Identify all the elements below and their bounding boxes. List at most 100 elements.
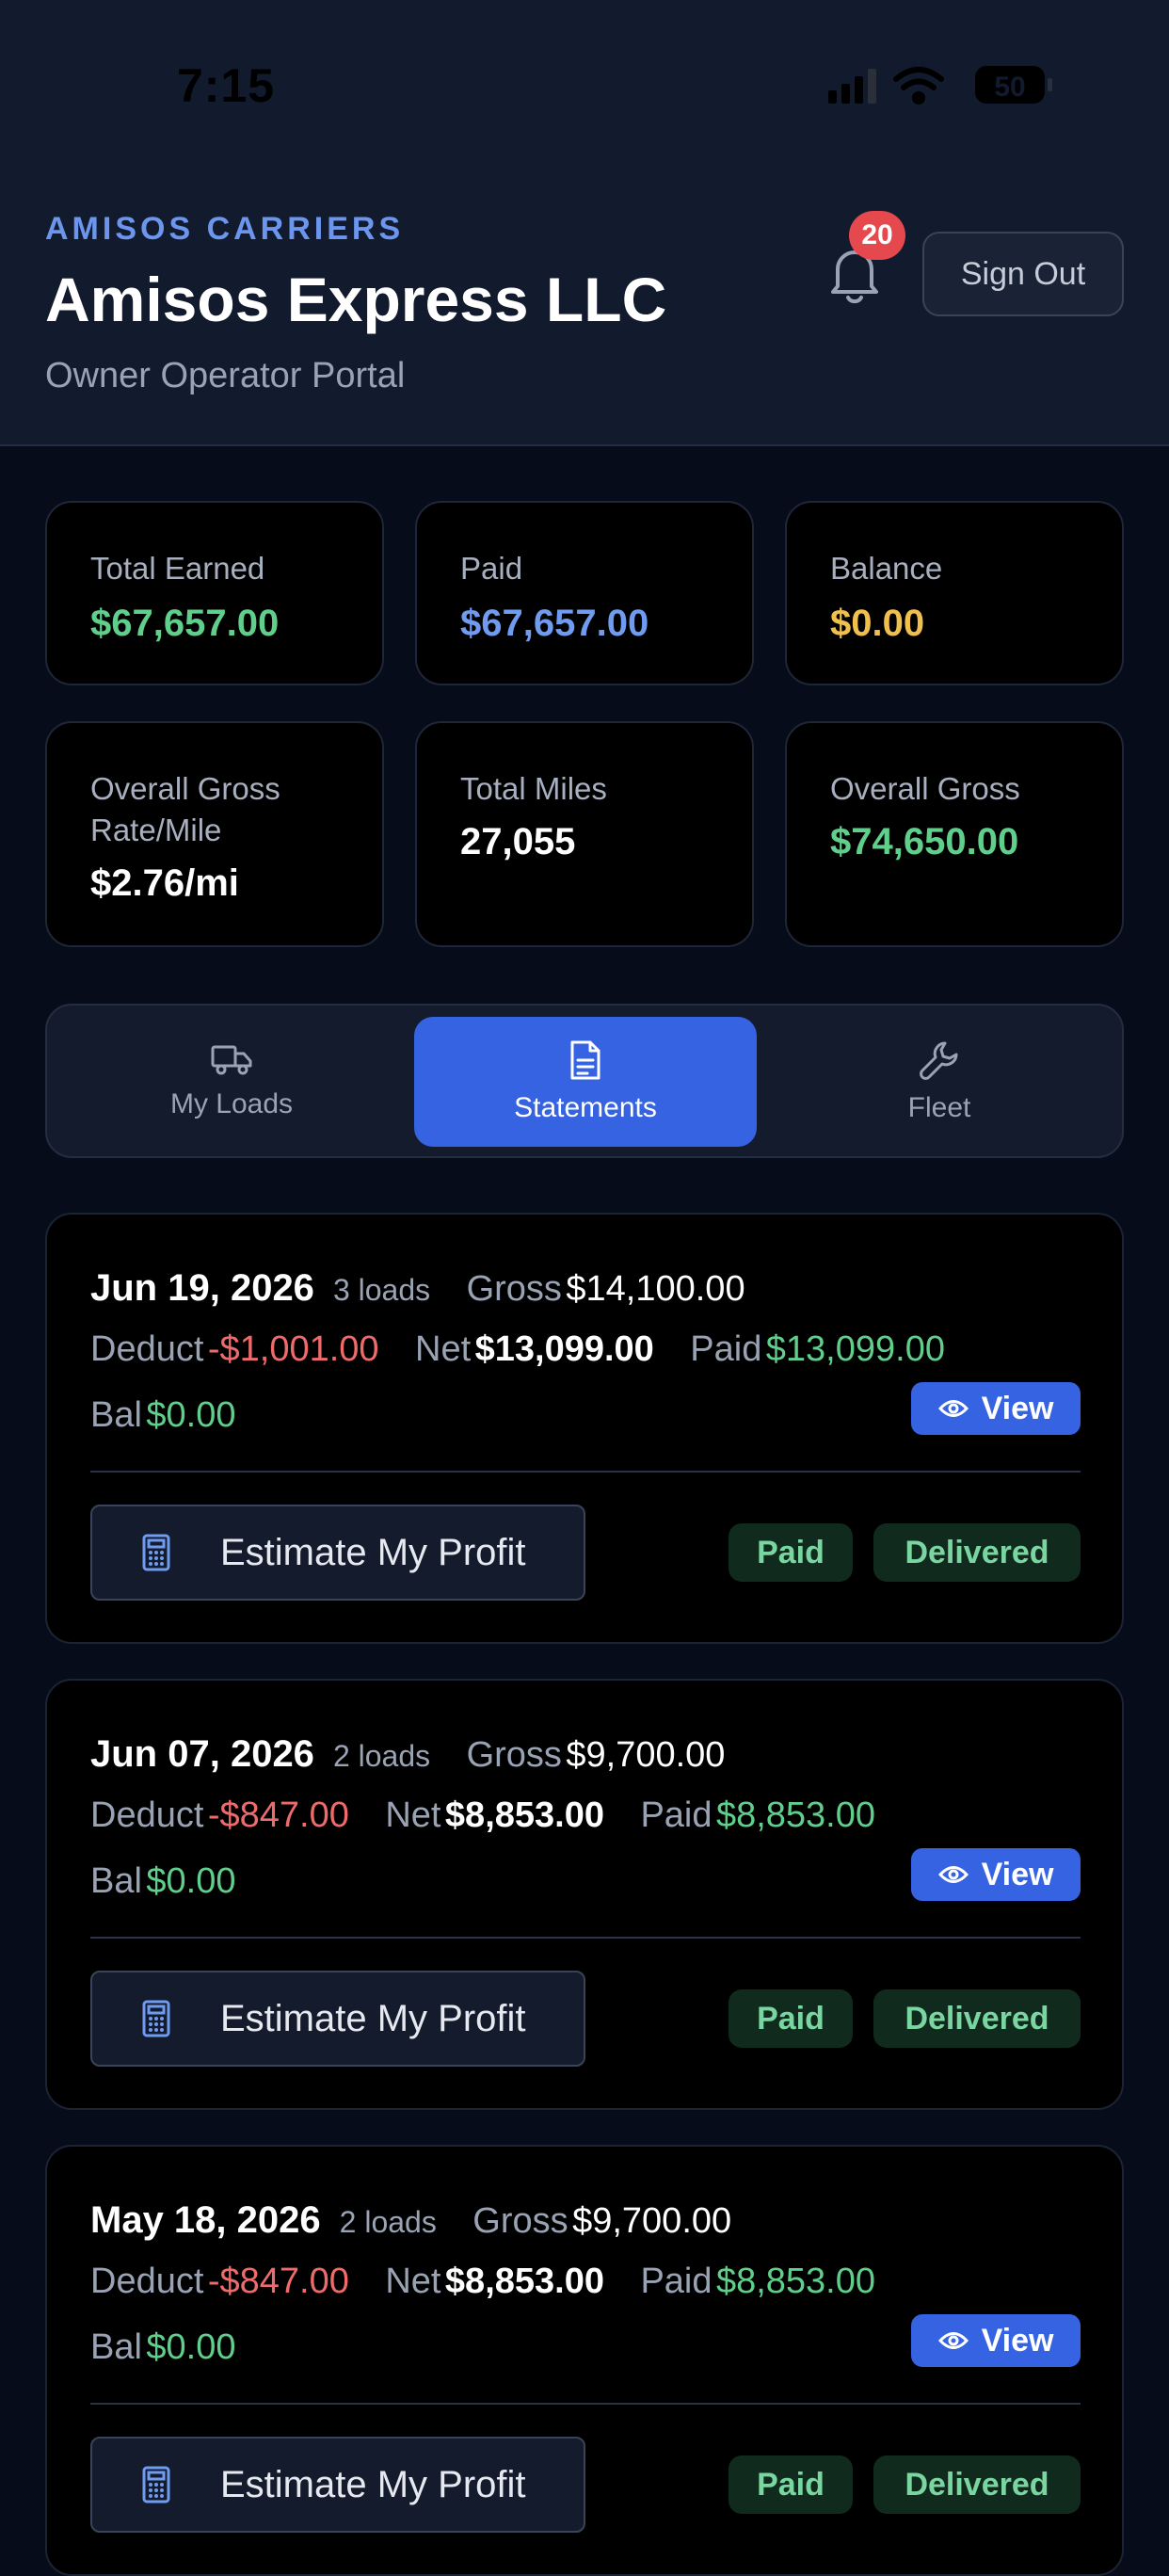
divider xyxy=(90,2403,1081,2405)
stat-total-miles: Total Miles 27,055 xyxy=(415,721,754,947)
status-badge-delivered: Delivered xyxy=(873,2455,1081,2514)
stat-paid: Paid $67,657.00 xyxy=(415,501,754,685)
gross-value: $14,100.00 xyxy=(566,1269,745,1309)
estimate-label: Estimate My Profit xyxy=(220,1531,526,1573)
stat-label: Total Miles xyxy=(460,771,607,806)
paid-value: $8,853.00 xyxy=(715,1795,876,1835)
estimate-profit-button[interactable]: Estimate My Profit xyxy=(90,1505,585,1601)
status-badge-delivered: Delivered xyxy=(873,1989,1081,2048)
battery-icon: 50 xyxy=(975,66,1052,104)
estimate-label: Estimate My Profit xyxy=(220,2463,526,2505)
portal-subtitle: Owner Operator Portal xyxy=(45,356,406,395)
signal-icon xyxy=(828,69,876,104)
net-value: $8,853.00 xyxy=(444,2262,604,2301)
stat-label: Balance xyxy=(830,551,943,586)
bal-value: $0.00 xyxy=(146,1861,236,1901)
estimate-profit-button[interactable]: Estimate My Profit xyxy=(90,1971,585,2067)
stat-value: $74,650.00 xyxy=(830,821,1019,862)
document-icon xyxy=(570,1040,601,1080)
status-badge-paid: Paid xyxy=(729,1989,853,2048)
status-badge-delivered: Delivered xyxy=(873,1523,1081,1582)
stat-gross-rate-per-mile: Overall Gross Rate/Mile $2.76/mi xyxy=(45,721,384,947)
view-button[interactable]: View xyxy=(911,2314,1081,2367)
paid-label: Paid xyxy=(640,2262,713,2301)
bal-value: $0.00 xyxy=(146,1395,236,1435)
statement-card: Jun 07, 2026 2 loads Gross $9,700.00 Dedu… xyxy=(45,1679,1124,2110)
paid-label: Paid xyxy=(640,1795,713,1835)
statement-date: Jun 19, 2026 xyxy=(90,1267,314,1309)
view-button[interactable]: View xyxy=(911,1382,1081,1435)
bal-value: $0.00 xyxy=(146,2327,236,2367)
load-count: 3 loads xyxy=(332,1273,431,1307)
divider xyxy=(90,1471,1081,1473)
divider xyxy=(90,1937,1081,1939)
tab-label: Statements xyxy=(514,1092,657,1123)
wifi-icon xyxy=(893,67,944,105)
truck-icon xyxy=(211,1045,252,1075)
notification-badge: 20 xyxy=(849,211,905,260)
sign-out-button[interactable]: Sign Out xyxy=(922,232,1124,316)
stat-value: $2.76/mi xyxy=(90,862,239,904)
tab-bar: My Loads Statements Fleet xyxy=(45,1004,1124,1158)
stat-label: Paid xyxy=(460,551,523,586)
paid-value: $8,853.00 xyxy=(715,2262,876,2301)
wrench-icon xyxy=(920,1041,958,1080)
deduct-value: -$1,001.00 xyxy=(207,1329,379,1369)
statement-date: May 18, 2026 xyxy=(90,2199,321,2241)
stat-balance: Balance $0.00 xyxy=(785,501,1124,685)
tab-statements[interactable]: Statements xyxy=(414,1017,757,1147)
paid-value: $13,099.00 xyxy=(765,1329,945,1369)
view-label: View xyxy=(981,1856,1054,1892)
status-badge-paid: Paid xyxy=(729,2455,853,2514)
net-label: Net xyxy=(415,1329,472,1369)
net-value: $13,099.00 xyxy=(474,1329,654,1369)
status-time: 7:15 xyxy=(177,59,276,112)
calculator-icon xyxy=(142,2466,170,2504)
stat-overall-gross: Overall Gross $74,650.00 xyxy=(785,721,1124,947)
load-count: 2 loads xyxy=(339,2205,437,2239)
statement-card: Jun 19, 2026 3 loads Gross $14,100.00 Ded… xyxy=(45,1213,1124,1644)
estimate-profit-button[interactable]: Estimate My Profit xyxy=(90,2437,585,2533)
bal-label: Bal xyxy=(90,1395,142,1435)
stat-label: Overall Gross Rate/Mile xyxy=(90,771,280,847)
view-label: View xyxy=(981,1390,1054,1426)
bal-label: Bal xyxy=(90,1861,142,1901)
tab-my-loads[interactable]: My Loads xyxy=(60,1017,403,1147)
gross-label: Gross xyxy=(466,1735,562,1775)
deduct-value: -$847.00 xyxy=(207,2262,349,2301)
stat-value: 27,055 xyxy=(460,821,576,862)
deduct-label: Deduct xyxy=(90,1795,204,1835)
calculator-icon xyxy=(142,1534,170,1571)
gross-label: Gross xyxy=(472,2201,568,2241)
company-title: Amisos Express LLC xyxy=(45,265,667,334)
net-label: Net xyxy=(385,2262,441,2301)
load-count: 2 loads xyxy=(332,1739,431,1773)
stat-label: Overall Gross xyxy=(830,771,1020,806)
gross-value: $9,700.00 xyxy=(572,2201,732,2241)
statement-date: Jun 07, 2026 xyxy=(90,1733,314,1775)
bal-label: Bal xyxy=(90,2327,142,2367)
deduct-value: -$847.00 xyxy=(207,1795,349,1835)
stat-total-earned: Total Earned $67,657.00 xyxy=(45,501,384,685)
statement-card: May 18, 2026 2 loads Gross $9,700.00 Dedu… xyxy=(45,2145,1124,2576)
stat-label: Total Earned xyxy=(90,551,265,586)
deduct-label: Deduct xyxy=(90,2262,204,2301)
gross-value: $9,700.00 xyxy=(566,1735,726,1775)
paid-label: Paid xyxy=(690,1329,762,1369)
view-button[interactable]: View xyxy=(911,1848,1081,1901)
calculator-icon xyxy=(142,2000,170,2037)
tab-fleet[interactable]: Fleet xyxy=(768,1017,1111,1147)
eye-icon xyxy=(937,1400,969,1417)
tab-label: My Loads xyxy=(169,1088,294,1119)
status-icons: 50 xyxy=(828,66,1052,105)
tab-label: Fleet xyxy=(907,1092,971,1123)
svg-text:50: 50 xyxy=(994,72,1025,103)
deduct-label: Deduct xyxy=(90,1329,204,1369)
status-badge-paid: Paid xyxy=(729,1523,853,1582)
stat-value: $67,657.00 xyxy=(90,603,280,644)
view-label: View xyxy=(981,2322,1054,2359)
gross-label: Gross xyxy=(466,1269,562,1309)
eye-icon xyxy=(937,2332,969,2349)
stat-value: $67,657.00 xyxy=(460,603,649,644)
net-value: $8,853.00 xyxy=(444,1795,604,1835)
